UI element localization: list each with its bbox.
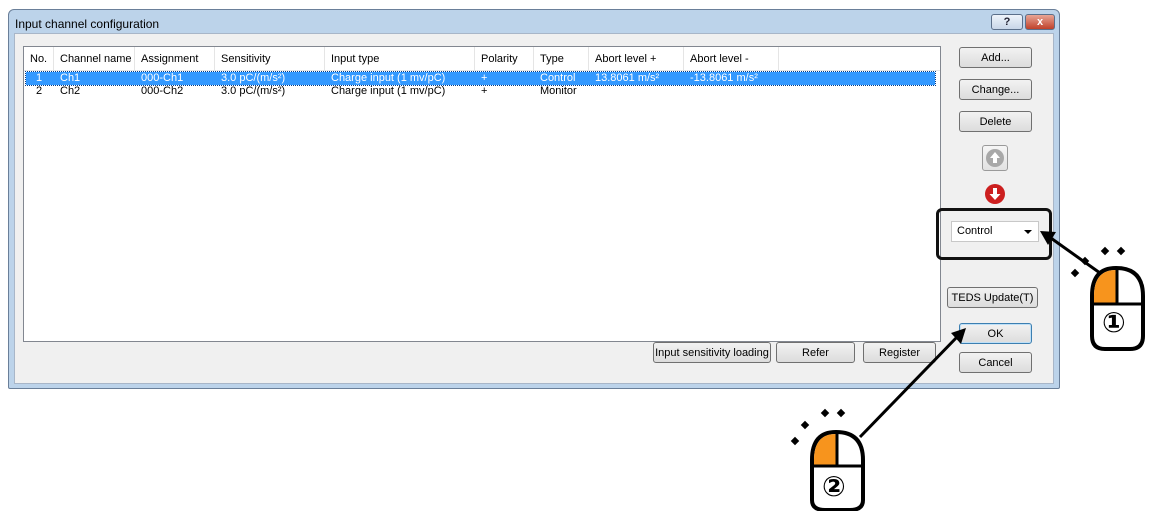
step-1-label: ①	[1102, 306, 1126, 339]
step-2-label: ②	[822, 470, 846, 503]
annotation-arrows	[858, 231, 1101, 439]
arrow-head-combo	[1040, 231, 1056, 245]
arrow-to-ok	[858, 334, 960, 439]
